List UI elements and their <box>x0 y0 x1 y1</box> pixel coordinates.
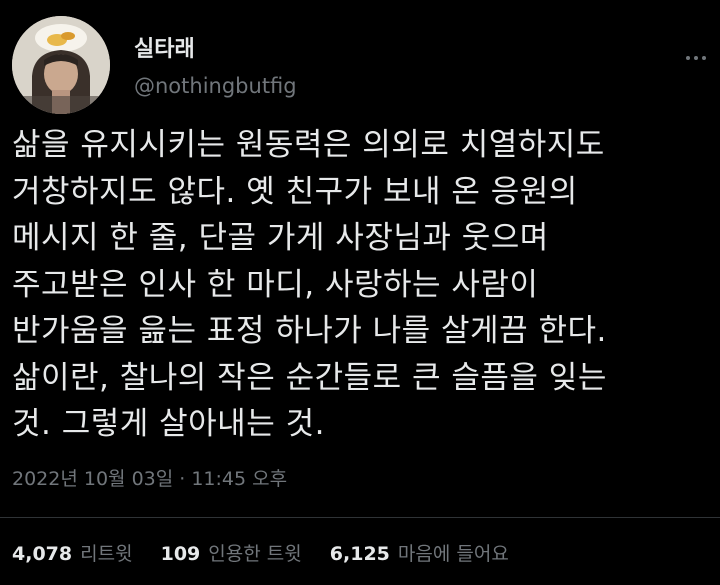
tweet-timestamp[interactable]: 2022년 10월 03일 · 11:45 오후 <box>12 465 287 493</box>
quotes-stat[interactable]: 109 인용한 트윗 <box>161 540 302 568</box>
tweet-text-line: 주고받은 인사 한 마디, 사랑하는 사람이 <box>12 266 539 303</box>
tweet-stats: 4,078 리트윗 109 인용한 트윗 6,125 마음에 들어요 <box>12 540 531 568</box>
divider <box>0 517 720 518</box>
avatar[interactable] <box>12 16 110 114</box>
display-name[interactable]: 실타래 <box>134 36 297 64</box>
tweet-text-line: 삶을 유지시키는 원동력은 의외로 치열하지도 <box>12 127 605 163</box>
avatar-image <box>12 16 110 114</box>
tweet-text: 삶을 유지시키는 원동력은 의외로 치열하지도 거창하지도 않다. 옛 친구가 … <box>12 122 712 448</box>
more-dots-icon[interactable] <box>684 46 708 70</box>
likes-stat[interactable]: 6,125 마음에 들어요 <box>330 540 509 568</box>
tweet-text-line: 삶이란, 찰나의 작은 순간들로 큰 슬픔을 잊는 <box>12 359 607 396</box>
user-names: 실타래 @nothingbutfig <box>134 36 297 100</box>
retweets-label: 리트윗 <box>80 543 133 565</box>
quotes-count: 109 <box>160 543 201 565</box>
likes-label: 마음에 들어요 <box>397 543 509 565</box>
retweets-stat[interactable]: 4,078 리트윗 <box>12 540 133 568</box>
tweet-header: 실타래 @nothingbutfig <box>12 16 708 116</box>
quotes-label: 인용한 트윗 <box>208 543 302 565</box>
retweets-count: 4,078 <box>12 543 73 565</box>
likes-count: 6,125 <box>329 543 390 565</box>
user-handle[interactable]: @nothingbutfig <box>134 72 297 100</box>
tweet-card: 실타래 @nothingbutfig 삶을 유지시키는 원동력은 의외로 치열하… <box>0 0 720 585</box>
tweet-text-line: 메시지 한 줄, 단골 가게 사장님과 웃으며 <box>12 220 549 256</box>
tweet-text-line: 것. 그렇게 살아내는 것. <box>12 406 325 442</box>
tweet-text-line: 반가움을 읊는 표정 하나가 나를 살게끔 한다. <box>12 313 607 349</box>
tweet-text-line: 거창하지도 않다. 옛 친구가 보내 온 응원의 <box>12 173 578 210</box>
